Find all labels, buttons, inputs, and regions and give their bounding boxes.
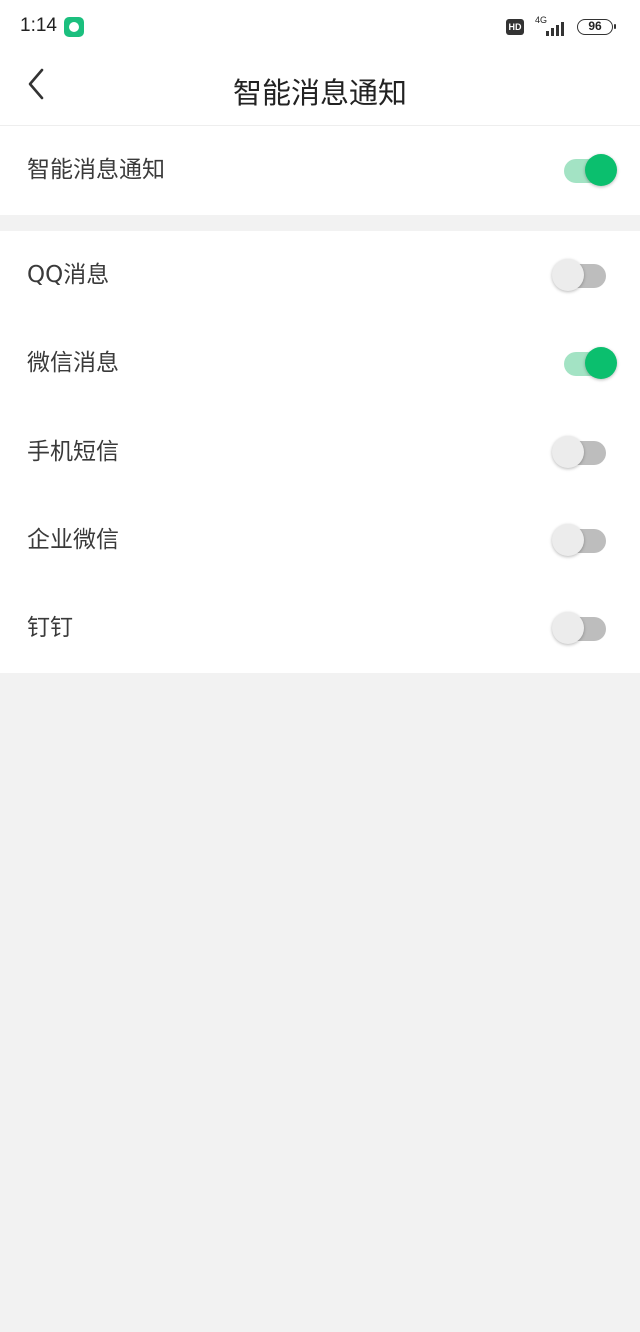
setting-label: QQ消息: [27, 262, 110, 288]
page-title: 智能消息通知: [232, 76, 407, 110]
setting-row-sms: 手机短信: [0, 408, 640, 496]
smart-notification-toggle[interactable]: [552, 154, 618, 188]
toggle-knob: [585, 347, 617, 379]
toggle-knob: [585, 154, 617, 186]
sms-toggle[interactable]: [552, 436, 618, 470]
status-time: 1:14: [20, 15, 57, 36]
setting-label: 手机短信: [27, 439, 119, 465]
toggle-knob: [552, 612, 584, 644]
toggle-knob: [552, 259, 584, 291]
hd-badge: HD: [506, 19, 524, 35]
setting-row-wecom: 企业微信: [0, 496, 640, 584]
nav-bar: 智能消息通知: [0, 56, 640, 126]
setting-label: 钉钉: [27, 615, 73, 641]
setting-row-qq: QQ消息: [0, 231, 640, 319]
setting-row-smart-notification: 智能消息通知: [0, 126, 640, 214]
setting-row-wechat: 微信消息: [0, 319, 640, 407]
battery-level: 96: [588, 19, 602, 33]
setting-label: 智能消息通知: [27, 157, 165, 183]
master-setting-section: 智能消息通知: [0, 126, 640, 215]
setting-label: 企业微信: [27, 527, 119, 553]
app-notification-icon: [64, 17, 84, 37]
setting-row-dingtalk: 钉钉: [0, 584, 640, 672]
wechat-toggle[interactable]: [552, 347, 618, 381]
qq-toggle[interactable]: [552, 259, 618, 293]
wecom-toggle[interactable]: [552, 524, 618, 558]
signal-strength-icon: [546, 19, 568, 36]
toggle-knob: [552, 436, 584, 468]
source-list-section: QQ消息 微信消息 手机短信 企业微信 钉钉: [0, 231, 640, 673]
setting-label: 微信消息: [27, 350, 119, 376]
dingtalk-toggle[interactable]: [552, 612, 618, 646]
toggle-knob: [552, 524, 584, 556]
battery-icon: 96: [577, 19, 616, 35]
status-bar: 1:14 HD 4G 96: [0, 0, 640, 56]
